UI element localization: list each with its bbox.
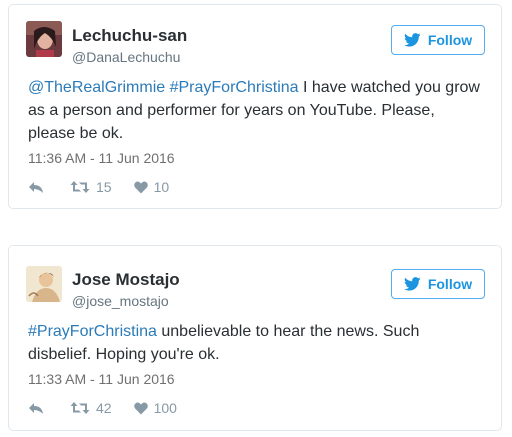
timestamp[interactable]: 11:33 AM - 11 Jun 2016: [28, 371, 175, 387]
avatar[interactable]: [26, 266, 62, 302]
tweet-card: Jose Mostajo @jose_mostajo Follow #PrayF…: [8, 245, 502, 431]
follow-button[interactable]: Follow: [391, 269, 485, 299]
avatar-photo-icon: [26, 21, 62, 57]
like-count: 100: [153, 400, 177, 416]
tweet-actions: 15 10: [28, 177, 169, 197]
like-button[interactable]: 100: [133, 400, 177, 416]
timestamp[interactable]: 11:36 AM - 11 Jun 2016: [28, 150, 175, 166]
hashtag-link[interactable]: #PrayForChristina: [170, 79, 299, 96]
reply-button[interactable]: [28, 402, 46, 415]
reply-icon: [29, 402, 43, 414]
retweet-icon: [70, 402, 90, 414]
retweet-count: 42: [96, 400, 112, 416]
like-count: 10: [153, 179, 170, 195]
user-handle[interactable]: @jose_mostajo: [72, 293, 169, 309]
tweet-feed: Lechuchu-san @DanaLechuchu Follow @TheRe…: [0, 0, 512, 437]
tweet-actions: 42 100: [28, 398, 177, 418]
bird-icon: [403, 33, 421, 47]
retweet-count: 15: [96, 179, 112, 195]
heart-icon: [133, 180, 148, 193]
follow-label: Follow: [427, 276, 473, 292]
user-handle[interactable]: @DanaLechuchu: [72, 49, 180, 65]
retweet-button[interactable]: 15: [70, 179, 112, 195]
tweet-text: @TheRealGrimmie #PrayForChristina I have…: [28, 76, 481, 145]
mention-link[interactable]: @TheRealGrimmie: [28, 79, 165, 96]
reply-button[interactable]: [28, 181, 46, 194]
reply-icon: [29, 181, 43, 193]
retweet-button[interactable]: 42: [70, 400, 112, 416]
avatar[interactable]: [26, 21, 62, 57]
follow-button[interactable]: Follow: [391, 25, 485, 55]
user-name[interactable]: Lechuchu-san: [72, 26, 187, 46]
heart-icon: [133, 401, 148, 414]
hashtag-link[interactable]: #PrayForChristina: [28, 323, 157, 340]
retweet-icon: [70, 181, 90, 193]
follow-label: Follow: [427, 32, 473, 48]
bird-icon: [403, 277, 421, 291]
tweet-text: #PrayForChristina unbelievable to hear t…: [28, 320, 481, 366]
like-button[interactable]: 10: [133, 179, 170, 195]
user-name[interactable]: Jose Mostajo: [72, 270, 180, 290]
avatar-drawing-icon: [26, 266, 62, 302]
tweet-card: Lechuchu-san @DanaLechuchu Follow @TheRe…: [8, 4, 502, 209]
